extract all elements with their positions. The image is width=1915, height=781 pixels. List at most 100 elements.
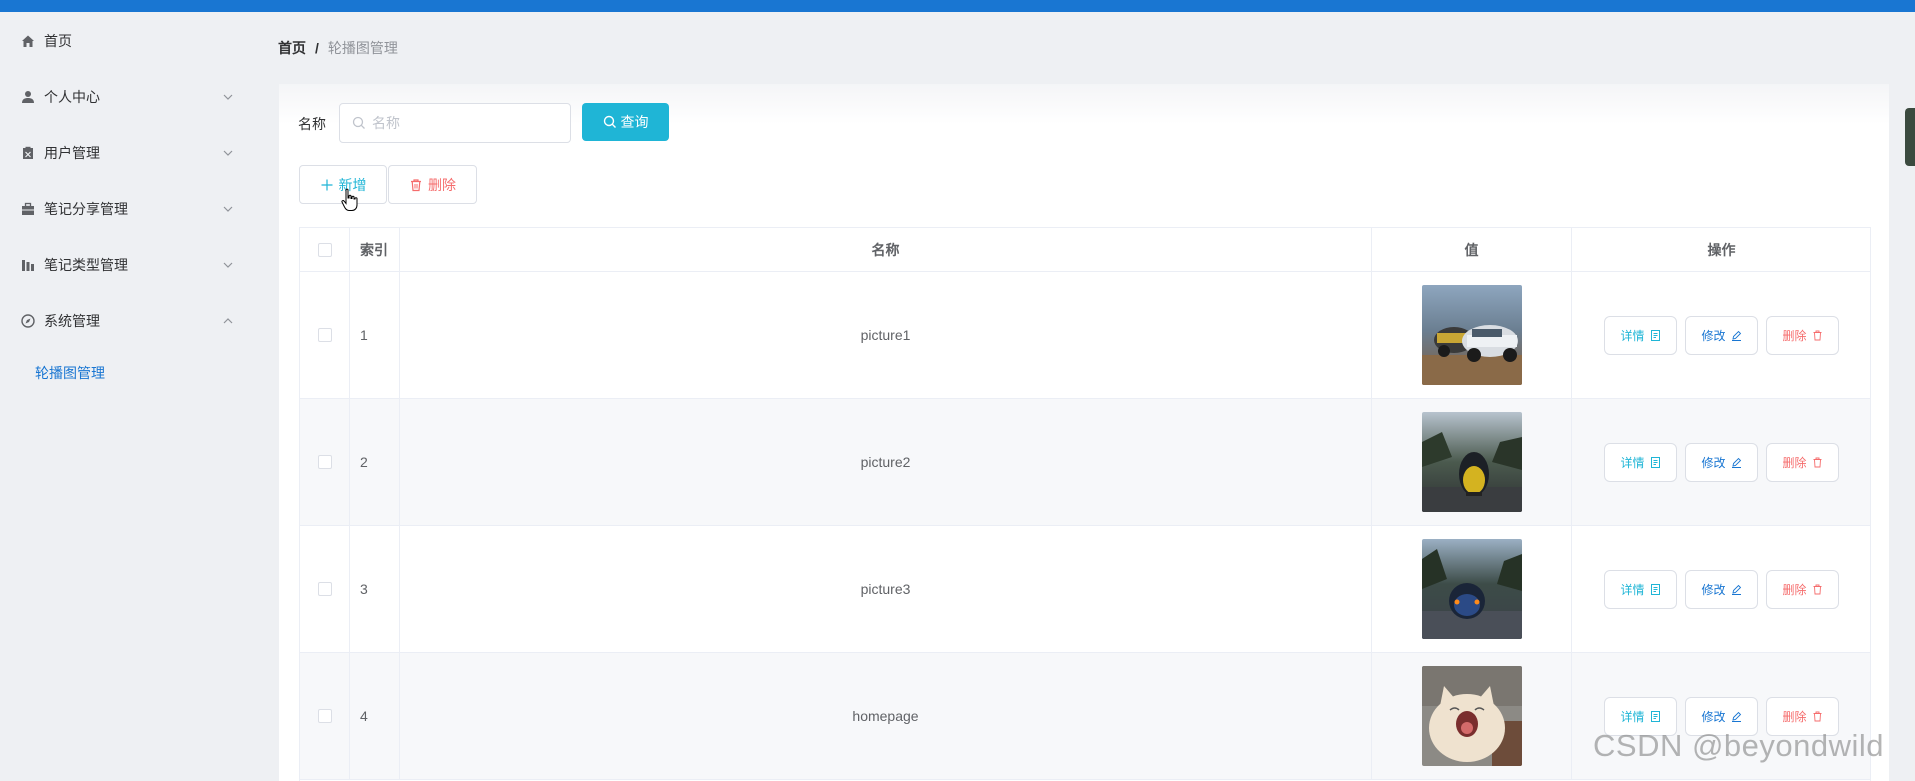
row-actions-cell: 详情 修改 删除 <box>1572 526 1871 652</box>
delete-button[interactable]: 删除 <box>1766 315 1839 355</box>
sidebar-item-label: 用户管理 <box>44 145 100 161</box>
row-index: 2 <box>350 399 400 525</box>
table-row: 3 picture3 详情 修改 删除 <box>300 526 1870 653</box>
sidebar-item-label: 笔记分享管理 <box>44 201 128 217</box>
query-button-label: 查询 <box>620 114 649 130</box>
sidebar-item-users[interactable]: 用户管理 <box>0 133 276 173</box>
breadcrumb-current: 轮播图管理 <box>327 40 398 56</box>
trash-icon <box>409 178 423 192</box>
delete-button[interactable]: 删除 <box>1766 442 1839 482</box>
home-icon <box>20 33 36 49</box>
row-value-cell <box>1372 526 1572 652</box>
detail-button[interactable]: 详情 <box>1604 442 1677 482</box>
batch-delete-button[interactable]: 删除 <box>388 165 477 204</box>
detail-button[interactable]: 详情 <box>1604 569 1677 609</box>
cars-race-thumbnail[interactable] <box>1421 285 1522 385</box>
row-checkbox-cell <box>300 526 350 652</box>
sidebar-item-label: 首页 <box>44 33 72 49</box>
edit-button-label: 修改 <box>1701 709 1726 724</box>
document-icon <box>1650 456 1661 468</box>
select-all-checkbox[interactable] <box>317 242 332 257</box>
trash-icon <box>1812 711 1823 722</box>
pencil-icon <box>1731 330 1742 341</box>
briefcase-icon <box>20 201 36 217</box>
user-icon <box>20 89 36 105</box>
breadcrumb: 首页 / 轮播图管理 <box>278 38 398 58</box>
clipboard-icon <box>20 145 36 161</box>
edit-button[interactable]: 修改 <box>1685 442 1758 482</box>
yellow-car-thumbnail[interactable] <box>1421 412 1522 512</box>
edit-button-label: 修改 <box>1701 455 1726 470</box>
detail-button-label: 详情 <box>1620 328 1645 343</box>
sidebar-item-home[interactable]: 首页 <box>0 21 276 61</box>
sidebar: 首页 个人中心 用户管理 笔记分享管理 笔记类型管理 系统管理 轮播图管理 <box>0 12 276 781</box>
chart-icon <box>20 257 36 273</box>
sidebar-item-personal[interactable]: 个人中心 <box>0 77 276 117</box>
breadcrumb-home[interactable]: 首页 <box>278 38 306 58</box>
header-name: 名称 <box>400 228 1372 271</box>
watermark: CSDN @beyondwild <box>1593 728 1885 763</box>
edit-button[interactable]: 修改 <box>1685 569 1758 609</box>
row-index: 1 <box>350 272 400 398</box>
row-checkbox-cell <box>300 653 350 779</box>
breadcrumb-separator: / <box>315 40 319 56</box>
main-panel: 名称 查询 新增 删除 索引 名称 值 操作 <box>279 84 1889 781</box>
row-checkbox-cell <box>300 272 350 398</box>
row-value-cell <box>1372 272 1572 398</box>
pencil-icon <box>1731 711 1742 722</box>
sidebar-item-label: 个人中心 <box>44 89 100 105</box>
compass-icon <box>20 313 36 329</box>
header-index: 索引 <box>350 228 400 271</box>
trash-icon <box>1812 330 1823 341</box>
row-checkbox[interactable] <box>317 582 332 596</box>
batch-delete-button-label: 删除 <box>428 176 456 193</box>
row-name: picture3 <box>400 526 1372 652</box>
row-actions-cell: 详情 修改 删除 <box>1572 399 1871 525</box>
pencil-icon <box>1731 457 1742 468</box>
document-icon <box>1650 583 1661 595</box>
detail-button-label: 详情 <box>1620 455 1645 470</box>
header-value: 值 <box>1372 228 1572 271</box>
query-button[interactable]: 查询 <box>582 103 669 141</box>
table-row: 2 picture2 详情 修改 删除 <box>300 399 1870 526</box>
table-row: 1 picture1 详情 修改 删除 <box>300 272 1870 399</box>
row-checkbox[interactable] <box>317 455 332 469</box>
edit-button[interactable]: 修改 <box>1685 315 1758 355</box>
delete-button[interactable]: 删除 <box>1766 569 1839 609</box>
yawning-cat-thumbnail[interactable] <box>1421 666 1522 766</box>
row-name: picture1 <box>400 272 1372 398</box>
chevron-up-icon <box>222 314 234 326</box>
sidebar-subitem-carousel[interactable]: 轮播图管理 <box>0 353 276 393</box>
detail-button[interactable]: 详情 <box>1604 315 1677 355</box>
sidebar-item-label: 系统管理 <box>44 313 100 329</box>
trash-icon <box>1812 457 1823 468</box>
row-index: 3 <box>350 526 400 652</box>
sidebar-item-system[interactable]: 系统管理 <box>0 301 276 341</box>
plus-icon <box>320 178 334 192</box>
search-field[interactable] <box>339 103 571 143</box>
search-icon <box>352 116 366 130</box>
hand-pointer-icon <box>341 188 359 212</box>
row-checkbox[interactable] <box>317 709 332 723</box>
delete-button-label: 删除 <box>1782 455 1807 470</box>
top-bar <box>0 0 1915 12</box>
delete-button-label: 删除 <box>1782 582 1807 597</box>
delete-button-label: 删除 <box>1782 328 1807 343</box>
row-checkbox[interactable] <box>317 328 332 342</box>
edit-button-label: 修改 <box>1701 328 1726 343</box>
side-drawer-handle[interactable] <box>1905 108 1915 166</box>
delete-button-label: 删除 <box>1782 709 1807 724</box>
row-name: picture2 <box>400 399 1372 525</box>
sidebar-item-note-type[interactable]: 笔记类型管理 <box>0 245 276 285</box>
pencil-icon <box>1731 584 1742 595</box>
chevron-down-icon <box>222 202 234 214</box>
search-icon <box>603 115 617 129</box>
row-actions-cell: 详情 修改 删除 <box>1572 272 1871 398</box>
search-input[interactable] <box>372 115 562 131</box>
row-checkbox-cell <box>300 399 350 525</box>
blue-car-thumbnail[interactable] <box>1421 539 1522 639</box>
detail-button-label: 详情 <box>1620 582 1645 597</box>
row-name: homepage <box>400 653 1372 779</box>
search-label: 名称 <box>298 116 326 132</box>
sidebar-item-note-share[interactable]: 笔记分享管理 <box>0 189 276 229</box>
